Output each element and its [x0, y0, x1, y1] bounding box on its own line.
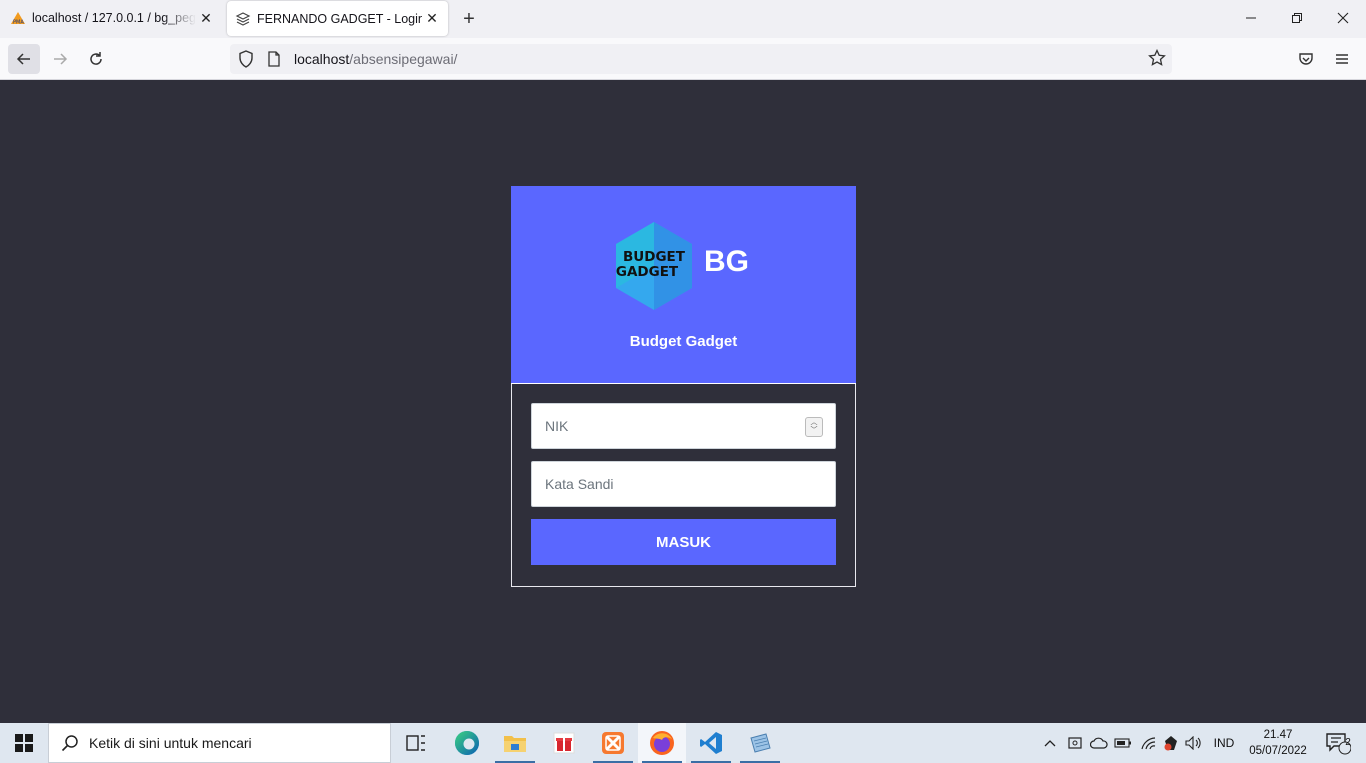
close-window-button[interactable]: [1320, 0, 1366, 36]
budget-gadget-logo: BUDGET GADGET: [614, 220, 694, 317]
windows-taskbar: Ketik di sini untuk mencari IND 21.47 05…: [0, 723, 1366, 763]
chevron-up-tray-icon[interactable]: [1040, 723, 1060, 763]
bookmark-star-icon[interactable]: [1148, 48, 1166, 72]
menu-button[interactable]: [1326, 44, 1358, 74]
nik-placeholder: NIK: [545, 418, 569, 434]
browser-tab-strip: PMA localhost / 127.0.0.1 / bg_pegawai ✕…: [0, 0, 1366, 38]
url-text: localhost/absensipegawai/: [294, 51, 457, 67]
xampp-icon[interactable]: [589, 723, 637, 763]
start-button[interactable]: [0, 723, 48, 763]
clock-date: 05/07/2022: [1249, 745, 1307, 757]
chevron-down-icon[interactable]: ﹀: [811, 427, 818, 435]
onedrive-cloud-icon[interactable]: [1088, 723, 1110, 763]
forward-button[interactable]: [44, 44, 76, 74]
firefox-icon[interactable]: [638, 723, 686, 763]
shield-alert-icon[interactable]: [1160, 723, 1182, 763]
task-view-icon[interactable]: [392, 723, 440, 763]
language-indicator[interactable]: IND: [1208, 723, 1240, 763]
search-icon: [61, 735, 78, 752]
number-spinner-icon[interactable]: ︿ ﹀: [805, 417, 823, 437]
url-path: /absensipegawai/: [349, 51, 458, 67]
notification-count: 2: [1345, 737, 1351, 748]
url-host: localhost: [294, 51, 350, 67]
brand-name: Budget Gadget: [629, 333, 738, 350]
tab-phpmyadmin[interactable]: PMA localhost / 127.0.0.1 / bg_pegawai ✕: [0, 0, 222, 36]
reload-button[interactable]: [80, 44, 112, 74]
page-icon: [235, 11, 251, 27]
tab-login[interactable]: FERNANDO GADGET - Login ✕: [227, 1, 448, 36]
restore-button[interactable]: [1274, 0, 1320, 36]
minimize-button[interactable]: [1228, 0, 1274, 36]
login-card: BUDGET GADGET BG Budget Gadget NIK ︿ ﹀ K…: [511, 186, 856, 587]
reload-icon: [90, 52, 102, 65]
login-card-header: BUDGET GADGET BG Budget Gadget: [511, 186, 856, 384]
gift-app-icon[interactable]: [540, 723, 588, 763]
notification-center-button[interactable]: 2: [1318, 723, 1358, 763]
login-submit-button[interactable]: MASUK: [531, 519, 836, 565]
shield-icon[interactable]: [236, 50, 256, 68]
windows-logo-icon: [15, 734, 33, 752]
taskbar-search[interactable]: Ketik di sini untuk mencari: [48, 723, 391, 763]
close-tab-icon[interactable]: ✕: [196, 8, 216, 28]
nik-input[interactable]: NIK ︿ ﹀: [531, 403, 836, 449]
arrow-left-icon: [16, 53, 30, 65]
browser-navbar: localhost/absensipegawai/: [0, 38, 1366, 80]
clock-time: 21.47: [1263, 729, 1293, 741]
notepad-app-icon[interactable]: [736, 723, 784, 763]
file-explorer-icon[interactable]: [491, 723, 539, 763]
chevron-up-icon[interactable]: ︿: [811, 419, 818, 427]
taskbar-clock[interactable]: 21.47 05/07/2022: [1244, 727, 1312, 759]
meet-now-icon[interactable]: [1064, 723, 1086, 763]
search-placeholder: Ketik di sini untuk mencari: [89, 735, 252, 751]
back-button[interactable]: [8, 44, 40, 74]
new-tab-button[interactable]: +: [458, 8, 480, 30]
hamburger-icon: [1336, 54, 1348, 64]
phpmyadmin-icon: PMA: [10, 10, 26, 26]
pocket-icon: [1299, 53, 1313, 65]
battery-icon[interactable]: [1112, 723, 1134, 763]
vscode-icon[interactable]: [687, 723, 735, 763]
logo-text-line1: BUDGET: [623, 249, 686, 265]
pocket-button[interactable]: [1290, 44, 1322, 74]
edge-icon[interactable]: [443, 723, 491, 763]
logo-text-line2: GADGET: [616, 264, 679, 280]
logo-abbreviation: BG: [704, 245, 749, 278]
page-info-icon[interactable]: [264, 51, 284, 67]
password-placeholder: Kata Sandi: [545, 476, 614, 492]
close-tab-icon[interactable]: ✕: [422, 9, 442, 29]
address-bar[interactable]: localhost/absensipegawai/: [230, 44, 1172, 74]
volume-icon[interactable]: [1184, 723, 1204, 763]
tab-title: localhost / 127.0.0.1 / bg_pegawai: [32, 11, 196, 25]
tab-title: FERNANDO GADGET - Login: [257, 11, 422, 26]
svg-text:PMA: PMA: [13, 20, 24, 26]
password-input[interactable]: Kata Sandi: [531, 461, 836, 507]
arrow-right-icon: [54, 53, 68, 65]
wifi-icon[interactable]: [1136, 723, 1160, 763]
